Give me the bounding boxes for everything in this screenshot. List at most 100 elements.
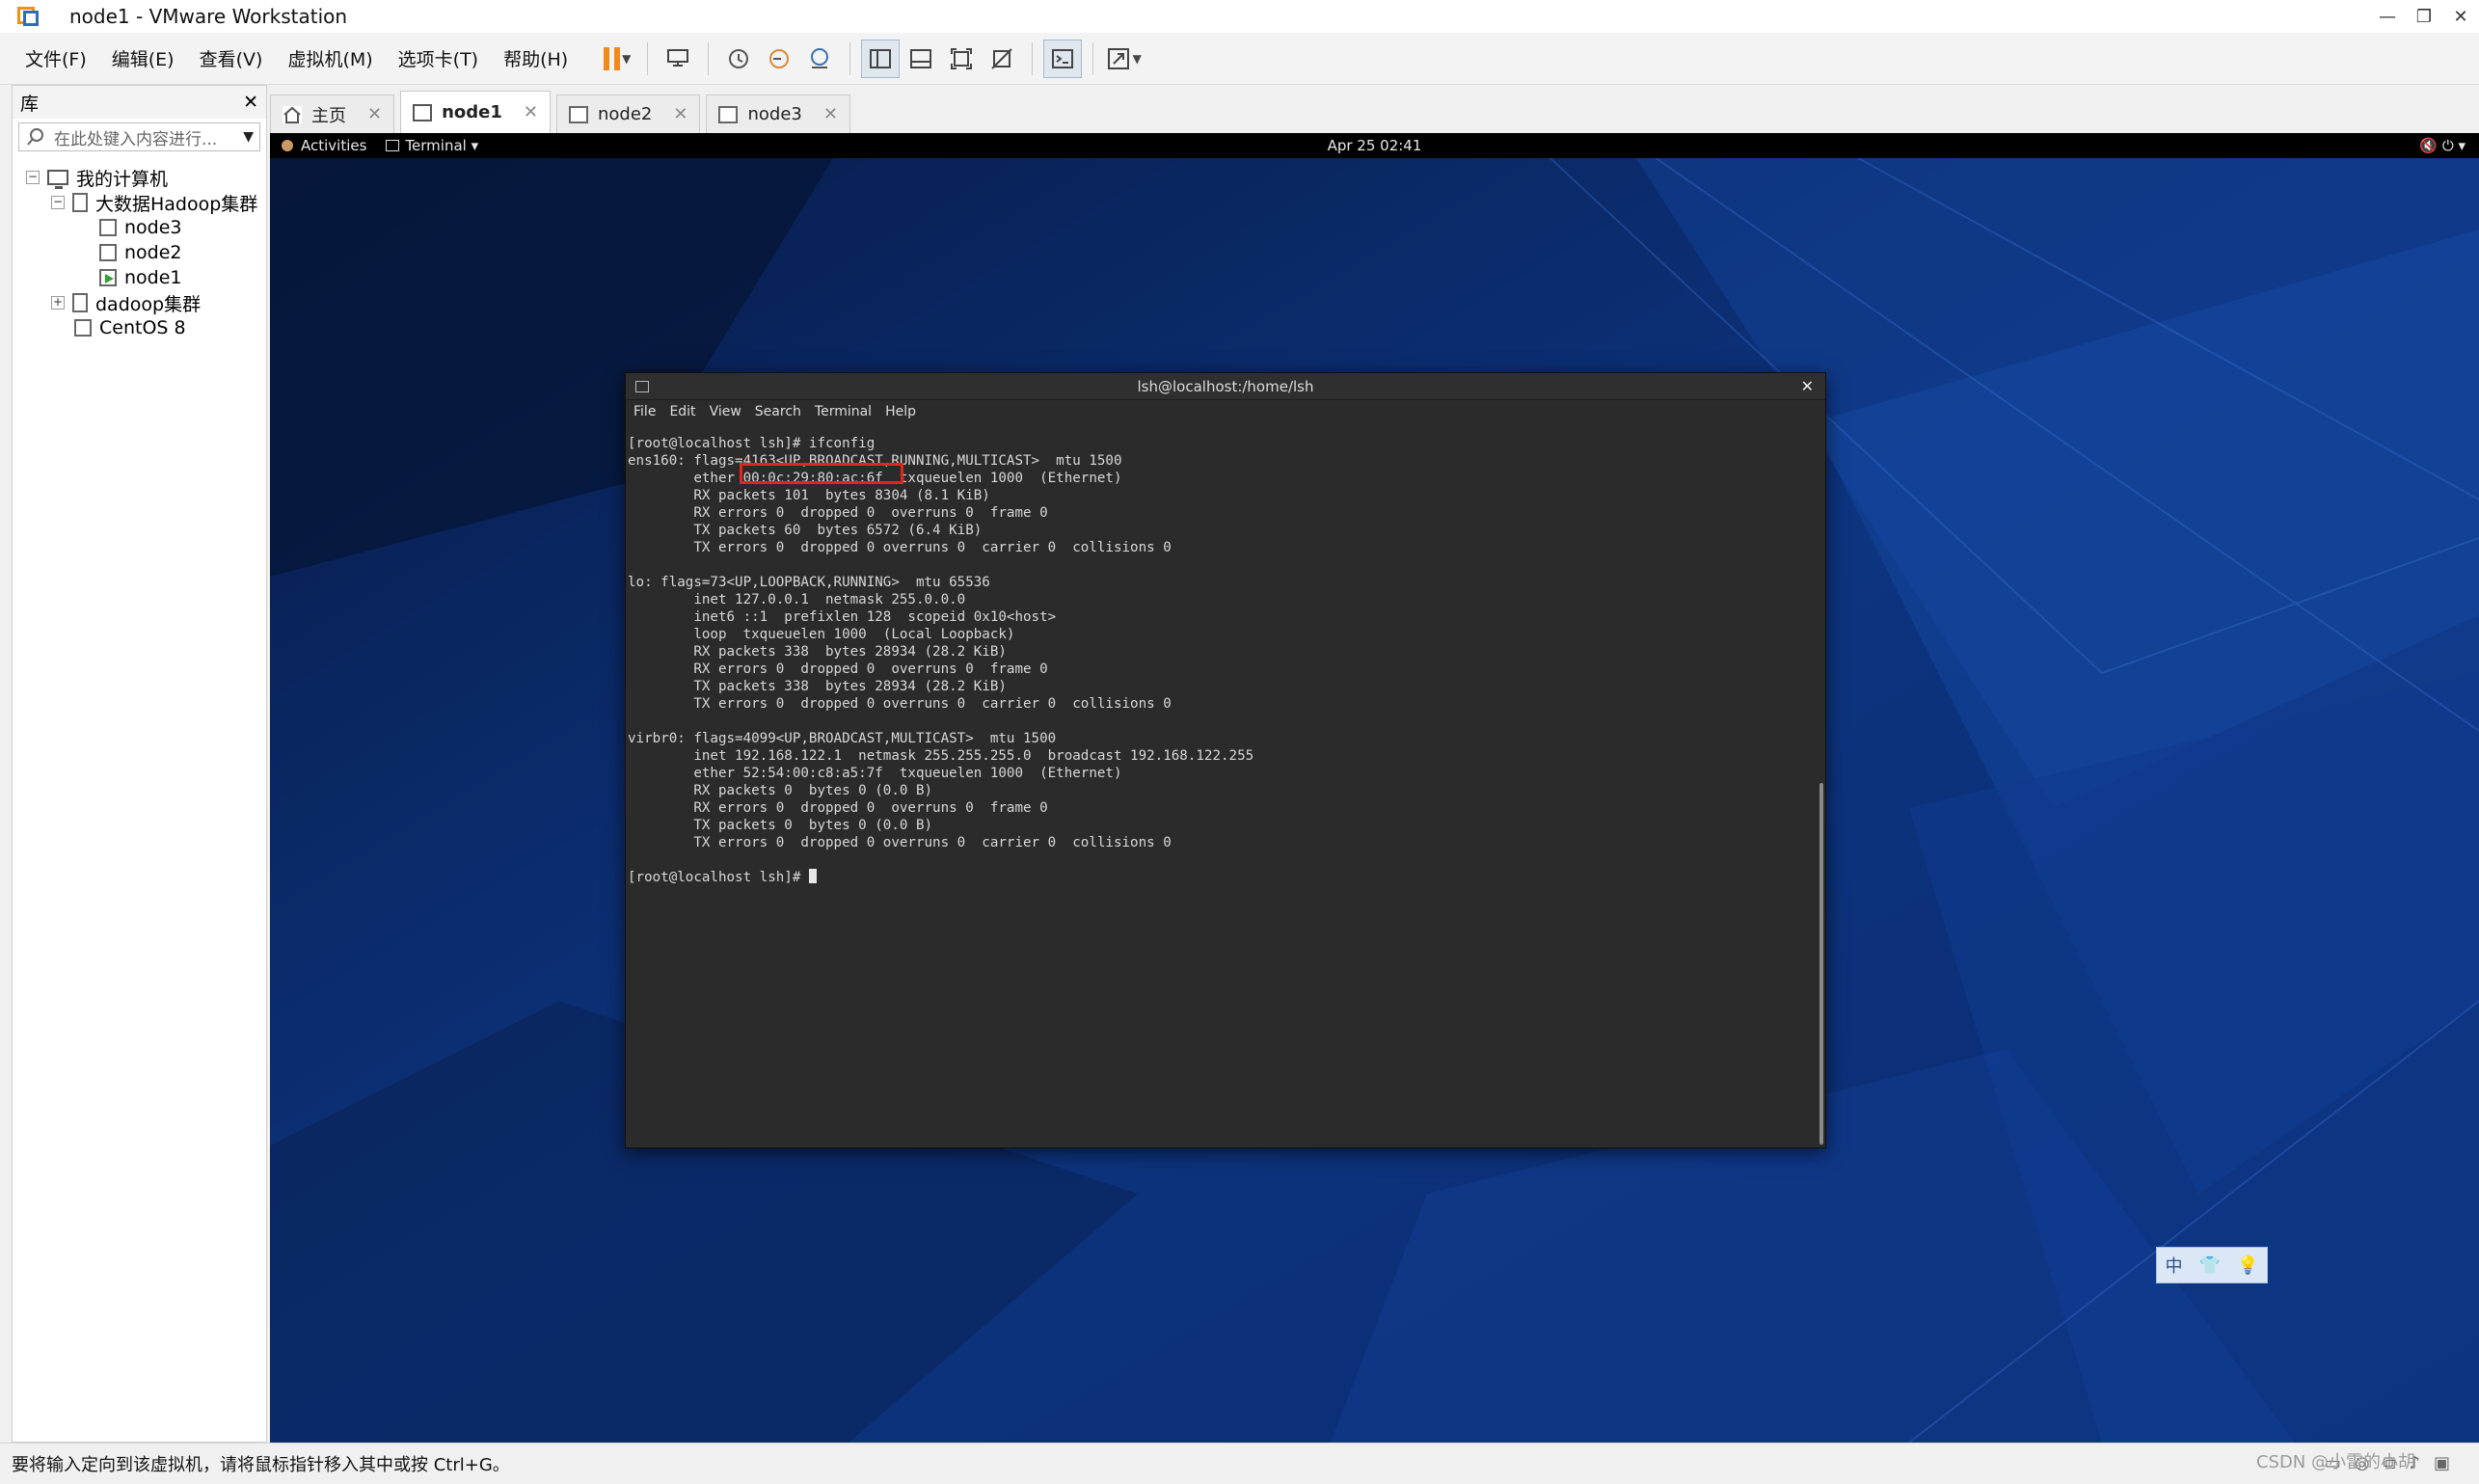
terminal-menu-label: Terminal ▾ — [405, 137, 479, 154]
tab-label: node3 — [747, 104, 802, 124]
clock[interactable]: Apr 25 02:41 — [1328, 137, 1422, 154]
terminal-menu-view[interactable]: View — [710, 404, 741, 419]
tree-item-centos8[interactable]: CentOS 8 — [13, 315, 266, 340]
tab-home[interactable]: 主页 ✕ — [270, 94, 395, 133]
tree-item-hadoop-cluster[interactable]: − 大数据Hadoop集群 — [13, 190, 266, 215]
csdn-watermark: CSDN @小雷的小胡 — [2255, 1452, 2415, 1472]
tree-item-dadoop-cluster[interactable]: + dadoop集群 — [13, 290, 266, 315]
terminal-window[interactable]: lsh@localhost:/home/lsh ✕ File Edit View… — [625, 372, 1826, 1148]
text-cursor — [808, 869, 817, 883]
snapshot-button[interactable] — [719, 40, 758, 78]
terminal-icon — [635, 380, 649, 392]
console-view-button[interactable] — [1043, 39, 1083, 78]
close-button[interactable]: ✕ — [2442, 0, 2479, 33]
chevron-down-icon[interactable]: ▼ — [243, 129, 254, 145]
library-header: 库 ✕ — [13, 86, 266, 119]
tab-node3[interactable]: node3 ✕ — [706, 94, 850, 133]
vm-icon — [74, 319, 92, 337]
close-tab-icon[interactable]: ✕ — [823, 104, 838, 124]
chevron-down-icon: ▼ — [1132, 51, 1142, 66]
toolbar-divider — [647, 41, 649, 75]
unity-mode-button[interactable] — [983, 40, 1021, 78]
terminal-menu-help[interactable]: Help — [885, 404, 916, 419]
ime-chinese-mode-icon[interactable]: 中 — [2166, 1253, 2183, 1278]
terminal-menu-bar: File Edit View Search Terminal Help — [626, 400, 1825, 423]
revert-snapshot-icon — [769, 48, 790, 68]
vm-tree: − 我的计算机 − 大数据Hadoop集群 node3 node2 node1 … — [13, 155, 266, 340]
library-panel-icon — [870, 48, 892, 68]
menu-bar: 文件(F) 编辑(E) 查看(V) 虚拟机(M) 选项卡(T) 帮助(H) ▼ — [0, 33, 2479, 85]
menu-file[interactable]: 文件(F) — [25, 45, 87, 71]
terminal-prompt: [root@localhost lsh]# — [628, 870, 809, 885]
menu-help[interactable]: 帮助(H) — [503, 45, 568, 71]
display-icon[interactable]: ▣ — [2434, 1453, 2450, 1473]
folder-icon — [72, 293, 88, 312]
terminal-output[interactable]: [root@localhost lsh]# ifconfig ens160: f… — [626, 435, 1818, 1147]
activities-button[interactable]: Activities — [282, 137, 366, 154]
tree-label: node3 — [124, 217, 182, 238]
show-thumbnail-bar-button[interactable] — [902, 40, 940, 78]
library-close-icon[interactable]: ✕ — [243, 92, 258, 113]
tab-node2[interactable]: node2 ✕ — [556, 94, 701, 133]
tab-label: node1 — [442, 102, 502, 122]
window-controls: — ❐ ✕ — [2369, 0, 2479, 33]
pause-vm-button[interactable]: ▼ — [598, 40, 636, 78]
menu-edit[interactable]: 编辑(E) — [112, 45, 175, 71]
menu-tabs[interactable]: 选项卡(T) — [398, 45, 478, 71]
tree-label: node1 — [124, 267, 182, 288]
expand-icon[interactable]: + — [51, 296, 65, 310]
tree-item-node2[interactable]: node2 — [13, 240, 266, 265]
tree-item-node1[interactable]: node1 — [13, 265, 266, 290]
send-ctrl-alt-del-button[interactable] — [659, 40, 697, 78]
system-tray[interactable]: 🔇 ⏻ ▾ — [2419, 137, 2466, 154]
status-message: 要将输入定向到该虚拟机，请将鼠标指针移入其中或按 Ctrl+G。 — [12, 1455, 510, 1475]
tree-label: CentOS 8 — [99, 317, 186, 338]
full-screen-icon — [951, 47, 973, 69]
close-tab-icon[interactable]: ✕ — [367, 104, 382, 124]
snapshot-manager-button[interactable] — [800, 40, 839, 78]
terminal-menu-terminal[interactable]: Terminal — [815, 404, 872, 419]
minimize-button[interactable]: — — [2369, 0, 2406, 33]
snapshot-manager-icon — [811, 47, 829, 68]
full-screen-button[interactable] — [942, 40, 981, 78]
home-icon — [283, 105, 302, 123]
ime-skin-icon[interactable]: 👕 — [2199, 1255, 2221, 1276]
terminal-menu-search[interactable]: Search — [755, 404, 801, 419]
terminal-close-icon[interactable]: ✕ — [1801, 377, 1814, 395]
mac-address-highlight-box — [740, 463, 903, 484]
pause-icon — [604, 46, 621, 70]
window-title: node1 - VMware Workstation — [69, 5, 348, 28]
show-library-button[interactable] — [861, 39, 901, 78]
chevron-down-icon: ▼ — [622, 51, 632, 66]
vm-running-icon — [413, 103, 433, 121]
library-search-input[interactable]: 在此处键入内容进行... ▼ — [18, 122, 260, 151]
tree-item-my-computer[interactable]: − 我的计算机 — [13, 165, 266, 190]
ime-toolbar[interactable]: 中 👕 💡 — [2156, 1247, 2268, 1283]
restore-button[interactable]: ❐ — [2406, 0, 2442, 33]
collapse-icon[interactable]: − — [51, 196, 65, 209]
terminal-menu-edit[interactable]: Edit — [669, 404, 695, 419]
tab-node1[interactable]: node1 ✕ — [400, 91, 551, 133]
terminal-menu-file[interactable]: File — [633, 404, 656, 419]
close-tab-icon[interactable]: ✕ — [673, 104, 687, 124]
activities-icon — [282, 140, 293, 151]
close-tab-icon[interactable]: ✕ — [524, 102, 538, 122]
ime-tips-icon[interactable]: 💡 — [2237, 1255, 2258, 1276]
keyboard-send-icon — [667, 48, 689, 67]
stretch-guest-button[interactable]: ▼ — [1104, 40, 1143, 78]
revert-snapshot-button[interactable] — [760, 40, 798, 78]
unity-mode-icon — [991, 47, 1012, 69]
terminal-app-menu[interactable]: Terminal ▾ — [386, 137, 478, 154]
folder-icon — [72, 193, 88, 212]
tree-item-node3[interactable]: node3 — [13, 215, 266, 240]
title-bar: node1 - VMware Workstation — ❐ ✕ — [0, 0, 2479, 33]
library-search-placeholder: 在此处键入内容进行... — [54, 129, 218, 149]
menu-view[interactable]: 查看(V) — [200, 45, 263, 71]
collapse-icon[interactable]: − — [26, 171, 40, 184]
toolbar-divider — [1092, 41, 1094, 75]
terminal-scrollbar[interactable] — [1819, 783, 1823, 1145]
terminal-title: lsh@localhost:/home/lsh — [1137, 377, 1314, 395]
gnome-top-bar: Activities Terminal ▾ Apr 25 02:41 🔇 ⏻ ▾ — [270, 133, 2479, 158]
vm-console-display[interactable]: Activities Terminal ▾ Apr 25 02:41 🔇 ⏻ ▾… — [270, 133, 2479, 1443]
menu-vm[interactable]: 虚拟机(M) — [287, 45, 372, 71]
